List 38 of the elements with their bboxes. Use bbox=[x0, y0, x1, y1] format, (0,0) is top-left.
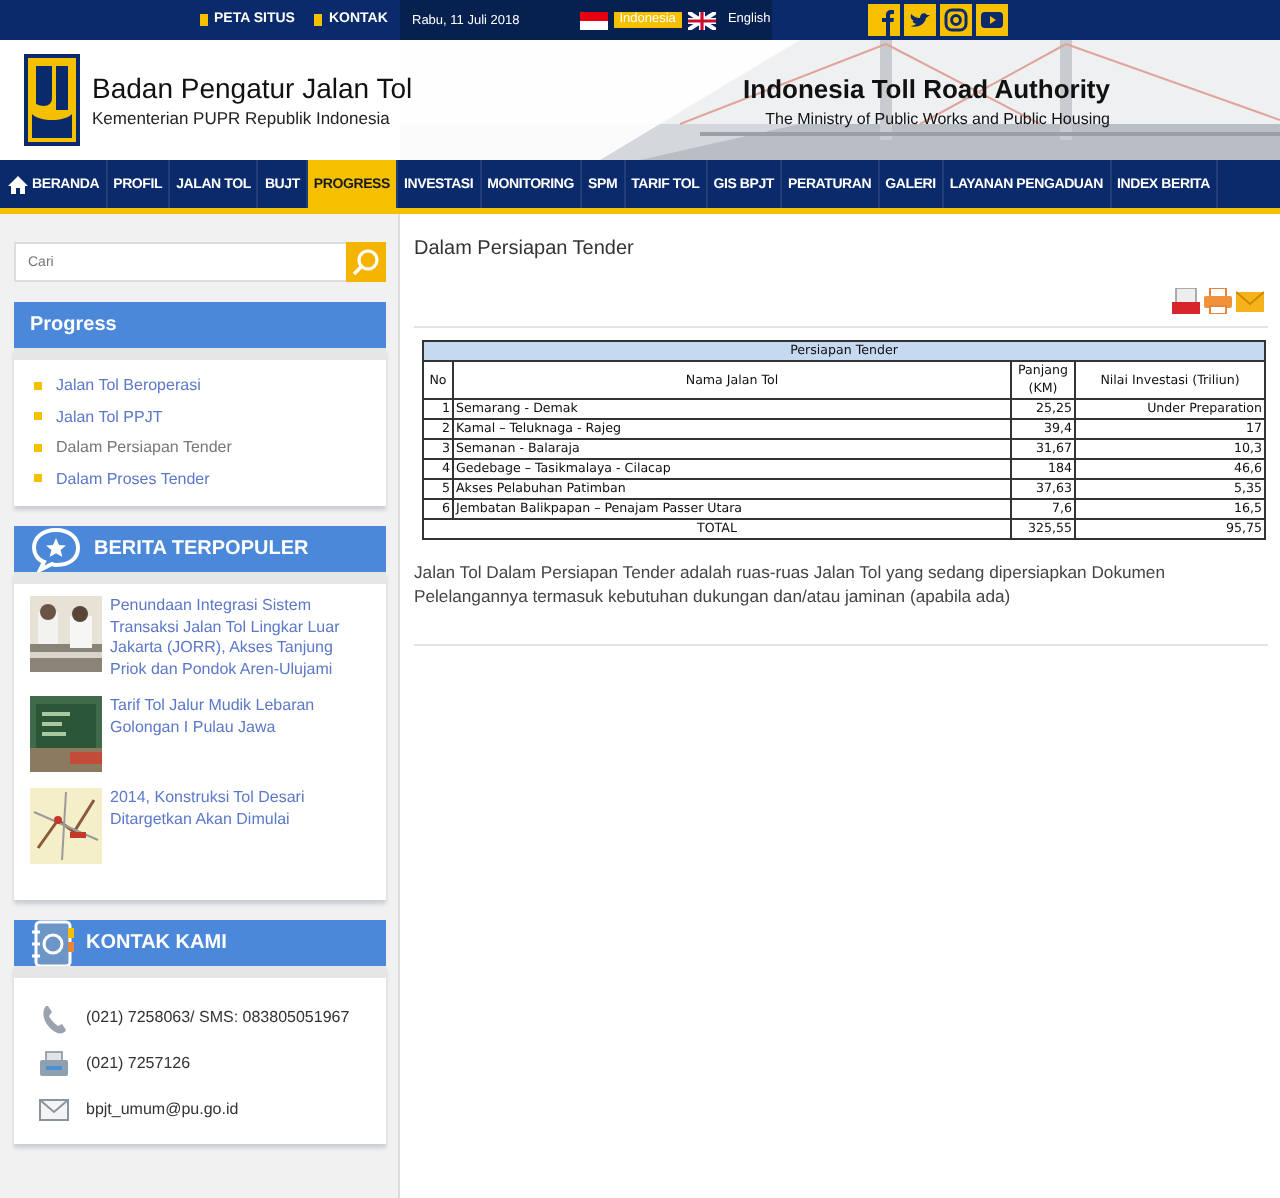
camera-icon[interactable] bbox=[940, 4, 972, 36]
site-title: Badan Pengatur Jalan Tol bbox=[92, 72, 413, 104]
envelope-icon bbox=[38, 1093, 70, 1125]
contact-text: (021) 7258063/ SMS: 083805051967 bbox=[86, 1008, 350, 1026]
facebook-icon[interactable] bbox=[868, 4, 900, 36]
contact-text: bpjt_umum@pu.go.id bbox=[86, 1100, 239, 1118]
search-icon bbox=[352, 248, 380, 276]
bird-icon[interactable] bbox=[904, 4, 936, 36]
bullet-icon bbox=[34, 474, 42, 483]
news-link[interactable]: Penundaan Integrasi Sistem Transaksi Jalan Tol Lingkar Luar Jakarta (JORR), Akses Tanjung Priok dan Pondok Aren-Ulujami bbox=[110, 596, 370, 680]
site-subtitle-english: The Ministry of Public Works and Public Housing bbox=[763, 109, 1110, 127]
site-title-english: Indonesia Toll Road Authority bbox=[743, 73, 1110, 103]
news-link[interactable]: Tarif Tol Jalur Mudik Lebaran Golongan I Pulau Jawa bbox=[110, 696, 370, 738]
news-link[interactable]: 2014, Konstruksi Tol Desari Ditargetkan Akan Dimulai bbox=[110, 788, 370, 830]
contact-text: (021) 7257126 bbox=[86, 1054, 191, 1072]
site-subtitle: Kementerian PUPR Republik Indonesia bbox=[92, 108, 392, 128]
panel-title: Progress bbox=[30, 314, 117, 336]
play-icon[interactable] bbox=[976, 4, 1008, 36]
logo-icon bbox=[24, 54, 80, 146]
phone-icon bbox=[38, 1001, 70, 1033]
fax-machine-icon bbox=[38, 1047, 70, 1079]
flag-icon bbox=[579, 11, 608, 29]
bullet-icon bbox=[34, 443, 42, 452]
page-title: Dalam Persiapan Tender bbox=[414, 238, 636, 260]
progress-link[interactable]: Jalan Tol Beroperasi bbox=[56, 376, 201, 395]
panel-title: KONTAK KAMI bbox=[86, 932, 227, 954]
print-icon[interactable] bbox=[1204, 288, 1232, 314]
bullet-icon bbox=[34, 381, 42, 390]
progress-link[interactable]: Dalam Proses Tender bbox=[56, 469, 210, 488]
description-text: Jalan Tol Dalam Persiapan Tender adalah ruas-ruas Jalan Tol yang sedang dipersiapkan Dokumen Pelelangannya termasuk kebutuhan dukungan dan/atau jaminan (apabila ada) bbox=[414, 560, 1167, 608]
progress-link[interactable]: Jalan Tol PPJT bbox=[56, 407, 163, 426]
panel-title: BERITA TERPOPULER bbox=[94, 538, 309, 560]
progress-link[interactable]: Dalam Persiapan Tender bbox=[56, 438, 232, 457]
bullet-icon bbox=[34, 412, 42, 421]
mail-icon[interactable] bbox=[1236, 288, 1264, 314]
flag-icon bbox=[687, 11, 716, 29]
pdf-icon[interactable] bbox=[1172, 288, 1200, 314]
home-icon bbox=[8, 175, 28, 193]
